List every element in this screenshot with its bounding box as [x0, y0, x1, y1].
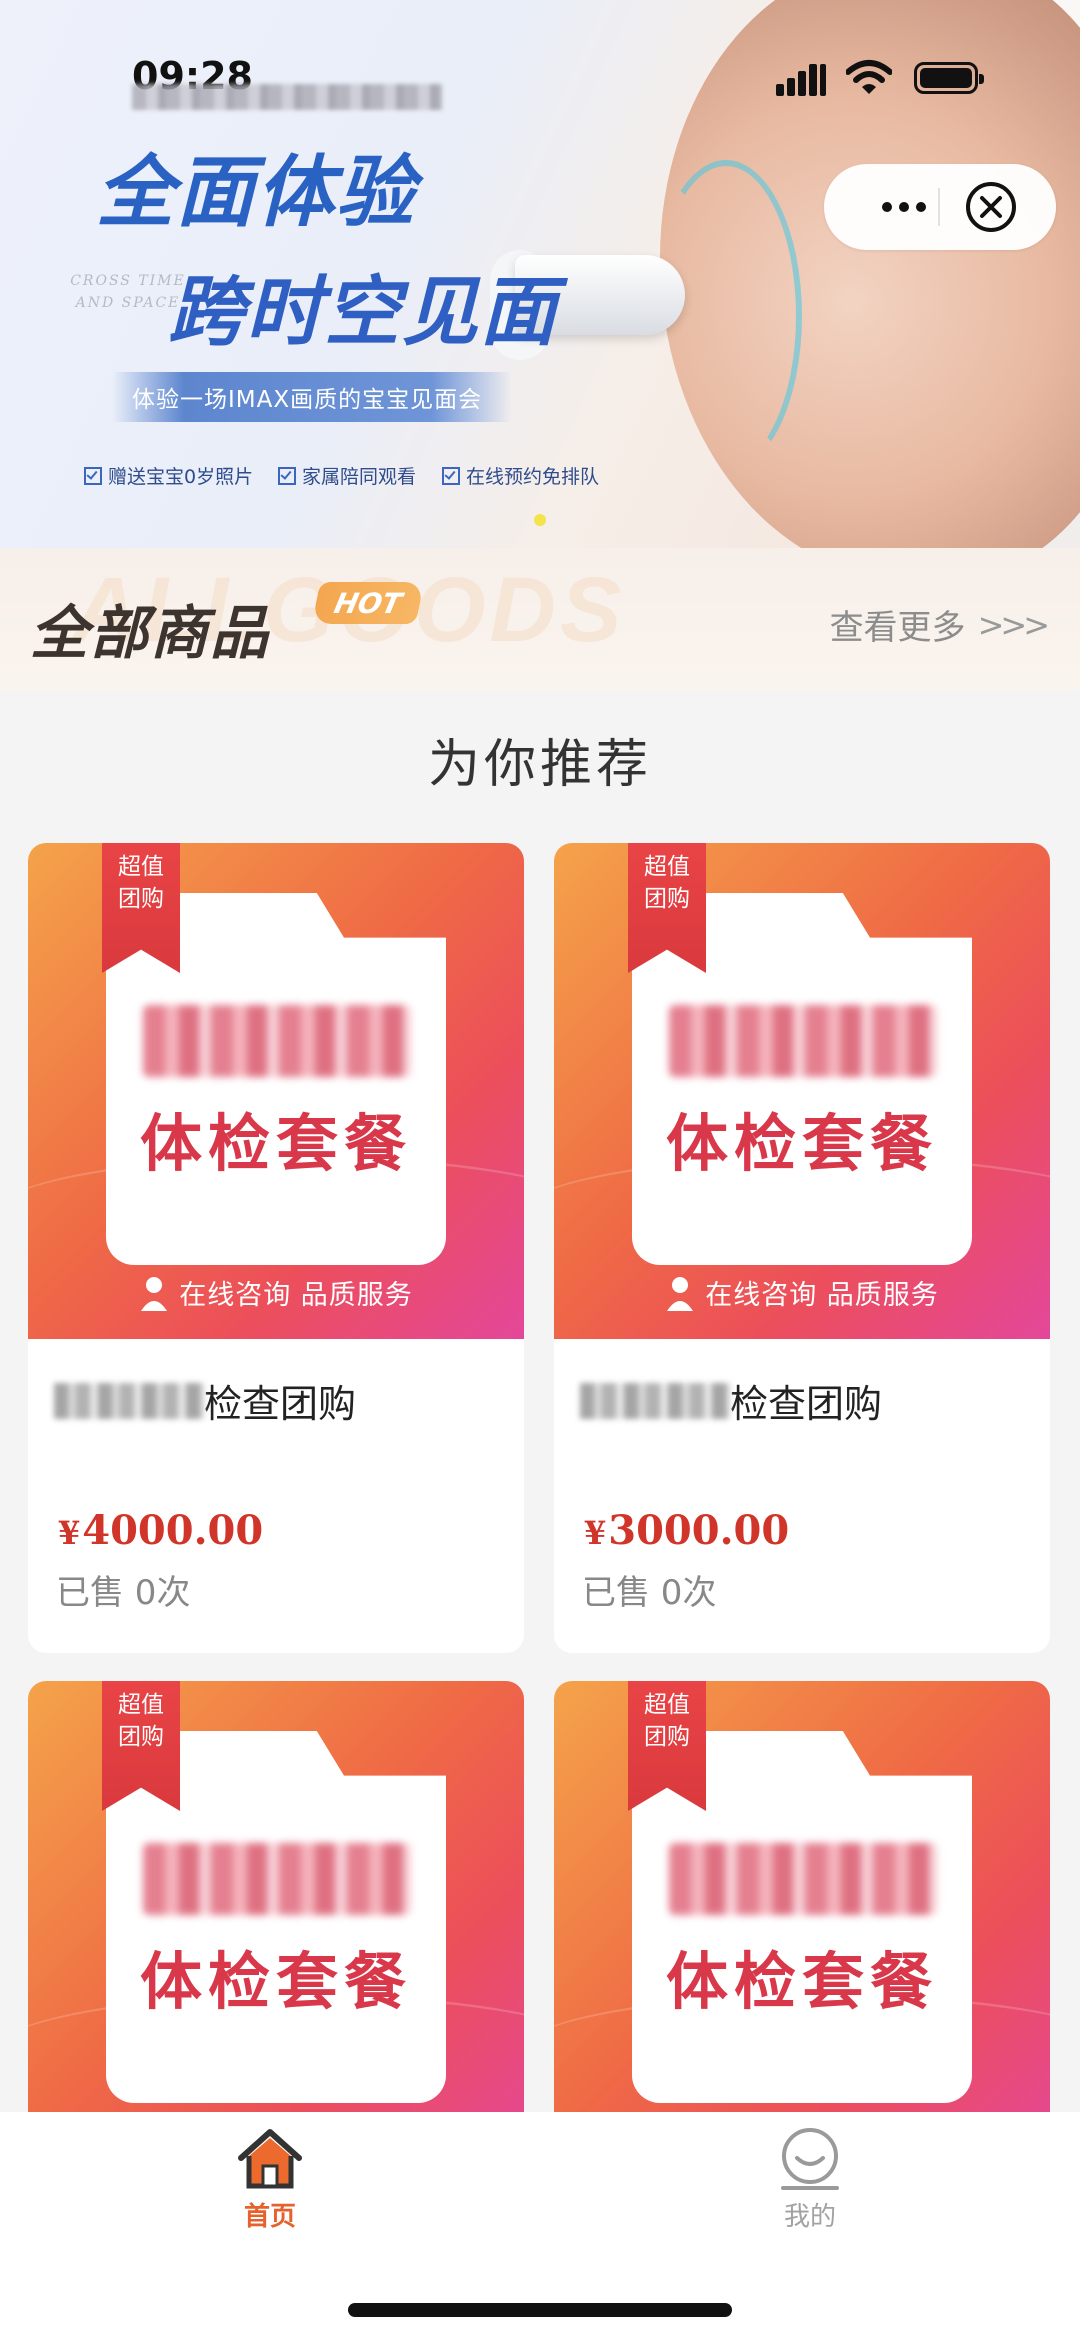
consult-line: 在线咨询 品质服务: [28, 1273, 524, 1312]
checkbox-icon: [442, 466, 460, 485]
capsule-divider: [938, 188, 940, 226]
product-image: 超值 团购 体检套餐 在线咨询 品质服务: [28, 843, 524, 1339]
product-card[interactable]: 超值 团购 体检套餐 在线咨询 品质服务 检查团购 ¥3000.00 已售 0次: [554, 843, 1050, 1653]
package-text: 体检套餐: [139, 1107, 412, 1180]
close-circle-icon[interactable]: [964, 180, 1018, 234]
product-name: 检查团购: [580, 1373, 882, 1428]
wifi-icon: [846, 60, 892, 94]
banner-feature: 赠送宝宝0岁照片: [84, 462, 253, 489]
product-card[interactable]: 超值 团购 体检套餐 在线咨询 品质服务 检查团购 ¥4000.00 已售 0次: [28, 843, 524, 1653]
blurred-text: [580, 1382, 730, 1419]
blurred-text: [54, 1382, 204, 1419]
tab-me-label: 我的: [783, 2202, 836, 2232]
product-price: ¥4000.00: [58, 1507, 264, 1554]
product-name: 检查团购: [54, 1373, 356, 1428]
banner-feature: 家属陪同观看: [278, 462, 416, 489]
product-image: 超值 团购 体检套餐 在线咨询 品质服务: [554, 843, 1050, 1339]
chevron-right-icon: >>>: [977, 605, 1050, 644]
product-price: ¥3000.00: [584, 1507, 790, 1554]
tab-me[interactable]: 我的: [730, 2126, 890, 2233]
checkbox-icon: [278, 466, 296, 485]
package-text: 体检套餐: [665, 1945, 938, 2018]
all-goods-title: 全部商品: [30, 599, 271, 667]
home-indicator[interactable]: [348, 2303, 732, 2317]
view-more-label: 查看更多: [829, 608, 966, 648]
sold-count: 已售 0次: [582, 1573, 717, 1613]
product-card[interactable]: 超值 团购 体检套餐: [554, 1681, 1050, 2177]
banner-tagline: 体验一场IMAX画质的宝宝见面会: [132, 387, 483, 413]
banner-headline-2: 跨时空见面: [168, 267, 558, 356]
person-icon: [667, 1276, 694, 1311]
person-icon: [141, 1276, 168, 1311]
banner-feature-label: 赠送宝宝0岁照片: [108, 466, 254, 488]
profile-icon: [781, 2128, 839, 2190]
blurred-text: [669, 1005, 937, 1077]
blurred-text: [669, 1843, 937, 1915]
consult-line: 在线咨询 品质服务: [554, 1273, 1050, 1312]
tab-home[interactable]: 首页: [190, 2126, 350, 2233]
status-blurred-text: [132, 84, 442, 110]
product-image: 超值 团购 体检套餐: [554, 1681, 1050, 2177]
all-goods-header: ALLGOODS 全部商品 HOT 查看更多 >>>: [0, 548, 1080, 690]
miniprogram-capsule: [824, 164, 1056, 250]
banner-feature-label: 在线预约免排队: [466, 466, 600, 488]
banner-headline-1: 全面体验: [96, 148, 417, 238]
blurred-text: [143, 1005, 411, 1077]
cellular-signal-icon: [776, 62, 828, 96]
package-text: 体检套餐: [139, 1945, 412, 2018]
package-text: 体检套餐: [665, 1107, 938, 1180]
battery-icon: [914, 62, 984, 94]
banner-feature-label: 家属陪同观看: [302, 466, 417, 488]
product-image: 超值 团购 体检套餐: [28, 1681, 524, 2177]
view-more-link[interactable]: 查看更多 >>>: [829, 600, 1050, 649]
banner-indicator-dot: [534, 514, 546, 526]
banner-feature: 在线预约免排队: [442, 462, 599, 489]
tab-home-label: 首页: [243, 2202, 296, 2232]
banner-cross-time: CROSS TIME AND SPACE: [70, 273, 186, 311]
hot-badge: HOT: [311, 582, 425, 624]
product-card[interactable]: 超值 团购 体检套餐: [28, 1681, 524, 2177]
checkbox-icon: [84, 466, 102, 485]
home-icon: [238, 2129, 302, 2189]
sold-count: 已售 0次: [56, 1573, 191, 1613]
blurred-text: [143, 1843, 411, 1915]
section-title: 为你推荐: [427, 735, 652, 795]
